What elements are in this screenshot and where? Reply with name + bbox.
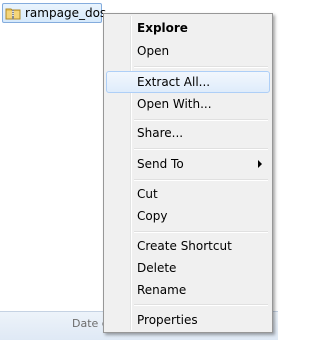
menu-item-delete[interactable]: Delete <box>106 257 270 279</box>
menu-item-explore[interactable]: Explore <box>106 17 270 39</box>
menu-item-properties[interactable]: Properties <box>106 309 270 331</box>
menu-item-send-to-label: Send To <box>137 157 184 171</box>
menu-item-extract-all[interactable]: Extract All... <box>106 71 270 93</box>
menu-item-open[interactable]: Open <box>106 40 270 62</box>
menu-separator <box>134 119 268 121</box>
zip-folder-icon <box>5 5 21 21</box>
menu-separator <box>134 148 268 150</box>
menu-separator <box>134 66 268 68</box>
submenu-arrow-icon <box>258 160 262 168</box>
menu-item-send-to[interactable]: Send To <box>106 153 270 175</box>
menu-item-create-shortcut[interactable]: Create Shortcut <box>106 235 270 257</box>
menu-separator <box>134 179 268 181</box>
file-name-label: rampage_dos <box>25 6 107 20</box>
menu-item-cut[interactable]: Cut <box>106 183 270 205</box>
menu-item-copy[interactable]: Copy <box>106 205 270 227</box>
file-item-rampage-dos[interactable]: rampage_dos <box>2 3 106 23</box>
menu-separator <box>134 304 268 306</box>
menu-separator <box>134 231 268 233</box>
menu-item-share[interactable]: Share... <box>106 122 270 144</box>
context-menu: Explore Open Extract All... Open With...… <box>103 13 273 333</box>
menu-item-open-with[interactable]: Open With... <box>106 93 270 115</box>
menu-item-rename[interactable]: Rename <box>106 279 270 301</box>
